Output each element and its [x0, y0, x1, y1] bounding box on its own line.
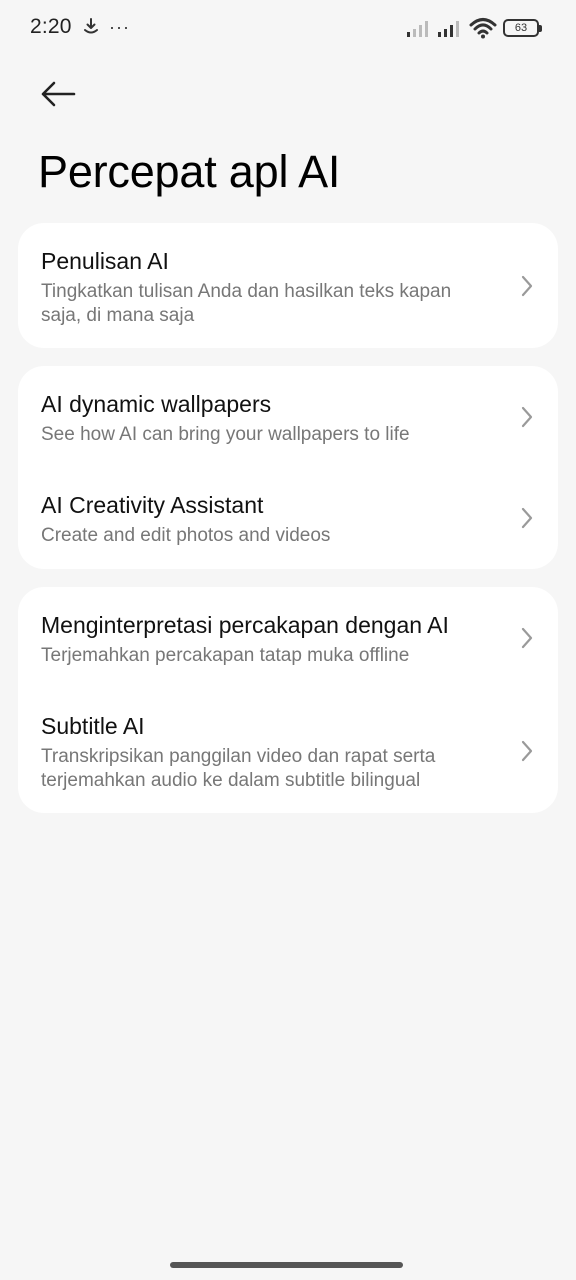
item-subtitle: Terjemahkan percakapan tatap muka offlin… — [41, 645, 410, 666]
arrow-left-icon — [41, 81, 76, 107]
chevron-right-icon — [521, 627, 533, 649]
screen: 2:20 ··· 63 Percepat apl AI Penulisan AI… — [0, 0, 576, 1280]
battery-icon: 63 — [503, 19, 542, 37]
status-time: 2:20 — [30, 15, 72, 38]
settings-group: Menginterpretasi percakapan dengan AI Te… — [18, 587, 558, 813]
list-item-penulisan-ai[interactable]: Penulisan AI Tingkatkan tulisan Anda dan… — [18, 223, 558, 348]
settings-group: AI dynamic wallpapers See how AI can bri… — [18, 366, 558, 569]
list-item-menginterpretasi-percakapan[interactable]: Menginterpretasi percakapan dengan AI Te… — [18, 587, 558, 688]
chevron-right-icon — [521, 740, 533, 762]
item-subtitle: Transkripsikan panggilan video dan rapat… — [41, 746, 436, 791]
item-subtitle: Create and edit photos and videos — [41, 525, 331, 546]
status-bar: 2:20 ··· 63 — [0, 0, 576, 56]
download-icon — [84, 18, 98, 34]
list-item-ai-dynamic-wallpapers[interactable]: AI dynamic wallpapers See how AI can bri… — [18, 366, 558, 467]
item-title: Subtitle AI — [41, 713, 145, 739]
chevron-right-icon — [521, 275, 533, 297]
signal-icon — [407, 21, 428, 37]
back-button[interactable] — [34, 74, 82, 114]
item-title: AI dynamic wallpapers — [41, 391, 272, 417]
item-subtitle: See how AI can bring your wallpapers to … — [41, 424, 410, 445]
home-indicator[interactable] — [170, 1262, 403, 1268]
page-title: Percepat apl AI — [38, 146, 341, 197]
wifi-icon — [469, 18, 497, 39]
item-title: Menginterpretasi percakapan dengan AI — [41, 612, 449, 638]
settings-group: Penulisan AI Tingkatkan tulisan Anda dan… — [18, 223, 558, 348]
item-title: Penulisan AI — [41, 248, 169, 274]
item-title: AI Creativity Assistant — [41, 492, 264, 518]
chevron-right-icon — [521, 406, 533, 428]
chevron-right-icon — [521, 507, 533, 529]
more-notifications-icon: ··· — [109, 17, 130, 37]
item-subtitle: Tingkatkan tulisan Anda dan hasilkan tek… — [41, 281, 452, 326]
list-item-subtitle-ai[interactable]: Subtitle AI Transkripsikan panggilan vid… — [18, 688, 558, 813]
signal-icon — [438, 21, 459, 37]
list-item-ai-creativity-assistant[interactable]: AI Creativity Assistant Create and edit … — [18, 467, 558, 569]
